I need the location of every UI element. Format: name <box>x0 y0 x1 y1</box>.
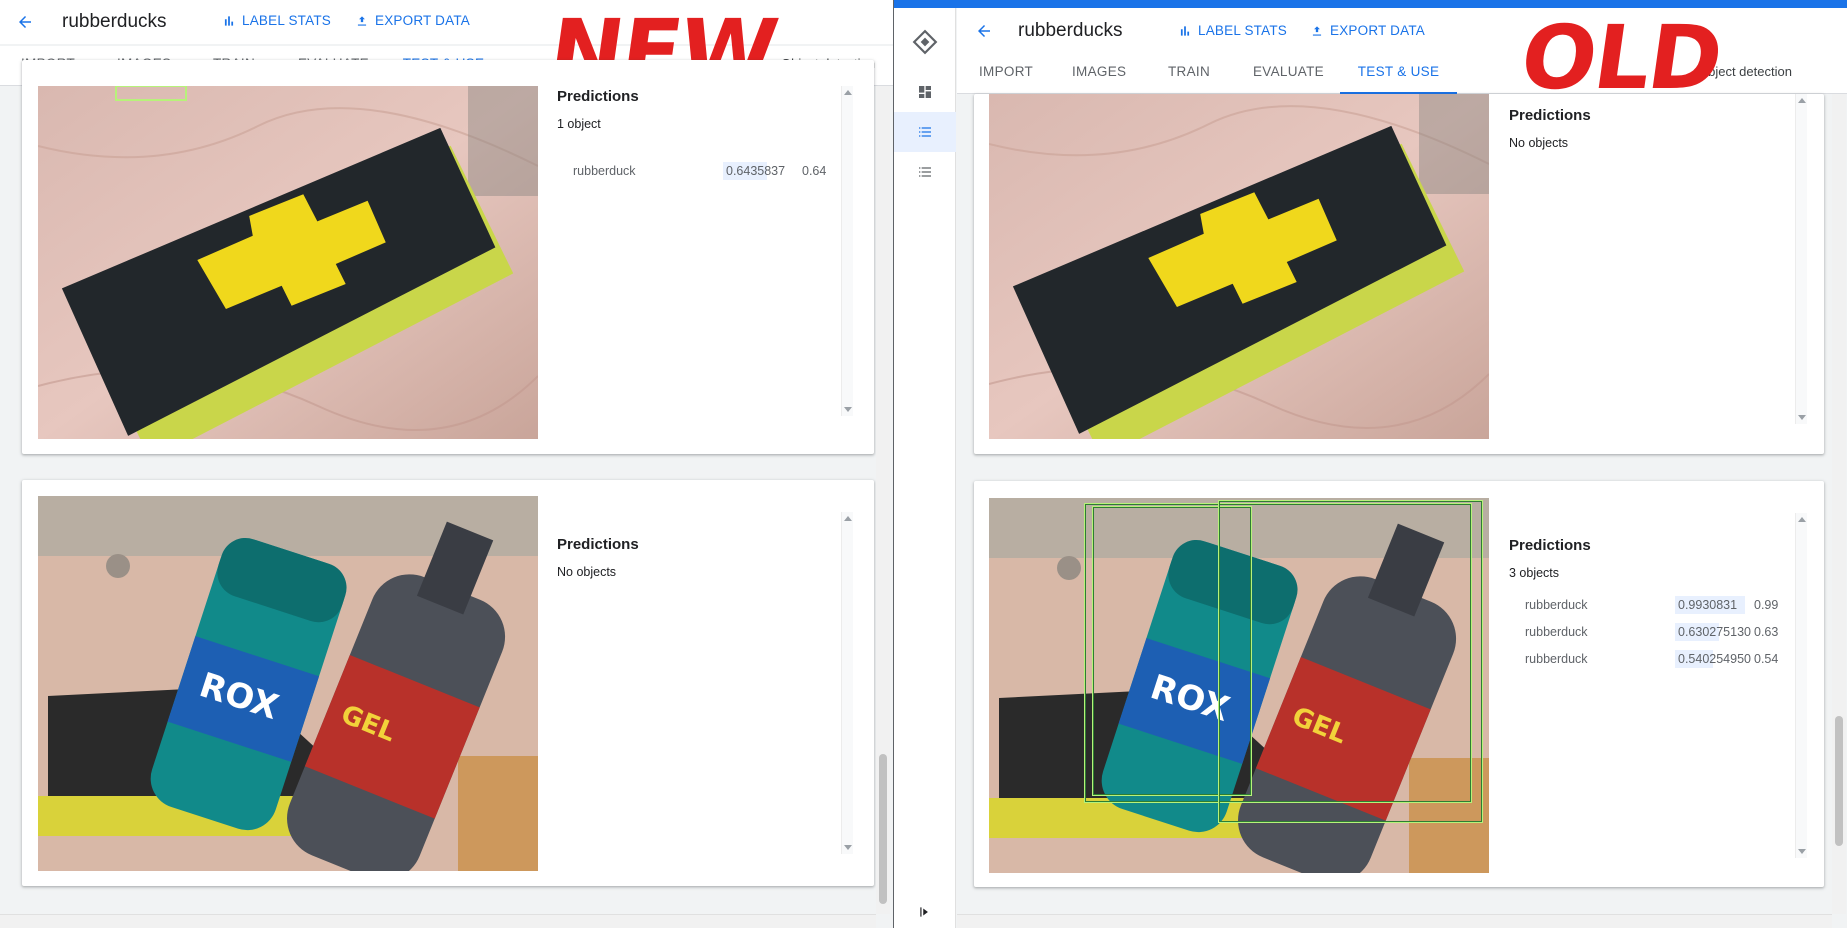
predictions-panel: Predictions No objects <box>1509 107 1809 150</box>
prediction-card: Predictions No objects <box>974 94 1824 454</box>
arrow-back-icon <box>978 25 990 37</box>
tab-test-and-use[interactable]: TEST & USE <box>1340 54 1457 94</box>
export-data-button[interactable]: EXPORT DATA <box>1310 23 1425 38</box>
prediction-label: rubberduck <box>1525 598 1588 612</box>
label-stats-button[interactable]: LABEL STATS <box>1178 23 1287 38</box>
automl-logo[interactable] <box>894 22 956 62</box>
export-data-label: EXPORT DATA <box>1330 23 1425 38</box>
predictions-scrollbar[interactable] <box>841 512 853 854</box>
page-title: rubberducks <box>62 11 167 32</box>
predictions-heading: Predictions <box>557 88 639 105</box>
predictions-scrollbar[interactable] <box>1795 94 1807 424</box>
export-data-button[interactable]: EXPORT DATA <box>355 13 470 28</box>
dashboard-icon <box>919 86 931 98</box>
object-count: 1 object <box>557 117 601 131</box>
nav-rail <box>894 8 956 928</box>
bar-chart-icon <box>1180 25 1190 36</box>
prediction-score: 0.630275130 <box>1678 625 1751 639</box>
predictions-heading: Predictions <box>1509 107 1591 124</box>
list-icon <box>919 167 931 177</box>
prediction-score: 0.9930831 <box>1678 598 1738 612</box>
prediction-short-score: 0.54 <box>1754 652 1779 666</box>
bar-chart-icon <box>224 15 234 26</box>
list-icon <box>919 127 931 137</box>
label-stats-button[interactable]: LABEL STATS <box>222 13 331 28</box>
page-scrollbar-thumb[interactable] <box>879 754 887 904</box>
prediction-score: 0.6435837 <box>726 164 786 178</box>
old-ui-pane: rubberducks LABEL STATS EXPORT DATA IMPO… <box>894 0 1847 928</box>
tab-import[interactable]: IMPORT <box>979 54 1033 94</box>
nav-models[interactable] <box>894 152 956 192</box>
predictions-scrollbar[interactable] <box>1795 513 1807 858</box>
horizontal-scrollbar[interactable] <box>957 914 1832 928</box>
test-image-bottles: ROX GEL <box>38 496 538 871</box>
expand-rail-icon <box>920 907 928 917</box>
test-image-sponge <box>38 86 538 439</box>
prediction-label: rubberduck <box>1525 625 1588 639</box>
predictions-scrollbar[interactable] <box>841 86 853 416</box>
tab-images[interactable]: IMAGES <box>1072 54 1126 94</box>
nav-dashboard[interactable] <box>894 72 956 112</box>
predictions-heading: Predictions <box>557 536 639 553</box>
horizontal-scrollbar[interactable] <box>0 914 876 928</box>
back-button[interactable] <box>971 18 997 44</box>
page-scrollbar[interactable] <box>876 86 890 914</box>
prediction-label: rubberduck <box>1525 652 1588 666</box>
prediction-short-score: 0.99 <box>1754 598 1779 612</box>
new-ui-pane: rubberducks LABEL STATS EXPORT DATA IMPO… <box>0 0 893 928</box>
prediction-short-score: 0.63 <box>1754 625 1779 639</box>
arrow-back-icon <box>19 16 31 28</box>
prediction-label: rubberduck <box>573 164 636 178</box>
prediction-row[interactable]: rubberduck 0.6435837 0.64 <box>573 162 827 180</box>
old-annotation: OLD <box>1514 6 1728 109</box>
object-count: No objects <box>557 565 617 579</box>
test-image-sponge <box>989 94 1489 439</box>
predictions-heading: Predictions <box>1509 537 1591 554</box>
object-count: No objects <box>1509 136 1569 150</box>
page-title: rubberducks <box>1018 20 1123 41</box>
prediction-row[interactable]: rubberduck 0.9930831 0.99 <box>1525 596 1779 614</box>
object-count: 3 objects <box>1509 566 1560 580</box>
label-stats-label: LABEL STATS <box>1198 23 1287 38</box>
back-button[interactable] <box>12 9 38 35</box>
predictions-panel: Predictions No objects <box>557 536 867 579</box>
export-data-label: EXPORT DATA <box>375 13 470 28</box>
predictions-panel: Predictions 1 object <box>557 88 867 131</box>
bounding-box <box>1218 500 1483 823</box>
automl-logo-icon <box>912 29 938 55</box>
prediction-short-score: 0.64 <box>802 164 827 178</box>
test-image-bottles: ROX GEL <box>989 498 1489 873</box>
prediction-card: Predictions 1 object rubberduck 0.643583… <box>22 60 874 454</box>
prediction-row[interactable]: rubberduck 0.630275130 0.63 <box>1525 623 1779 641</box>
export-icon <box>1312 25 1322 36</box>
page-scrollbar-thumb[interactable] <box>1835 716 1843 846</box>
tab-train[interactable]: TRAIN <box>1168 54 1210 94</box>
predictions-panel: Predictions 3 objects <box>1509 537 1809 580</box>
tab-evaluate[interactable]: EVALUATE <box>1253 54 1324 94</box>
nav-datasets[interactable] <box>894 112 956 152</box>
export-icon <box>357 15 367 26</box>
page-scrollbar[interactable] <box>1832 94 1846 914</box>
prediction-score: 0.540254950 <box>1678 652 1751 666</box>
prediction-card: ROX GEL Predictions 3 objects rubberduck… <box>974 481 1824 887</box>
expand-rail-button[interactable] <box>894 892 956 928</box>
label-stats-label: LABEL STATS <box>242 13 331 28</box>
prediction-card: ROX GEL Predictions No objects <box>22 480 874 886</box>
prediction-row[interactable]: rubberduck 0.540254950 0.54 <box>1525 650 1779 668</box>
